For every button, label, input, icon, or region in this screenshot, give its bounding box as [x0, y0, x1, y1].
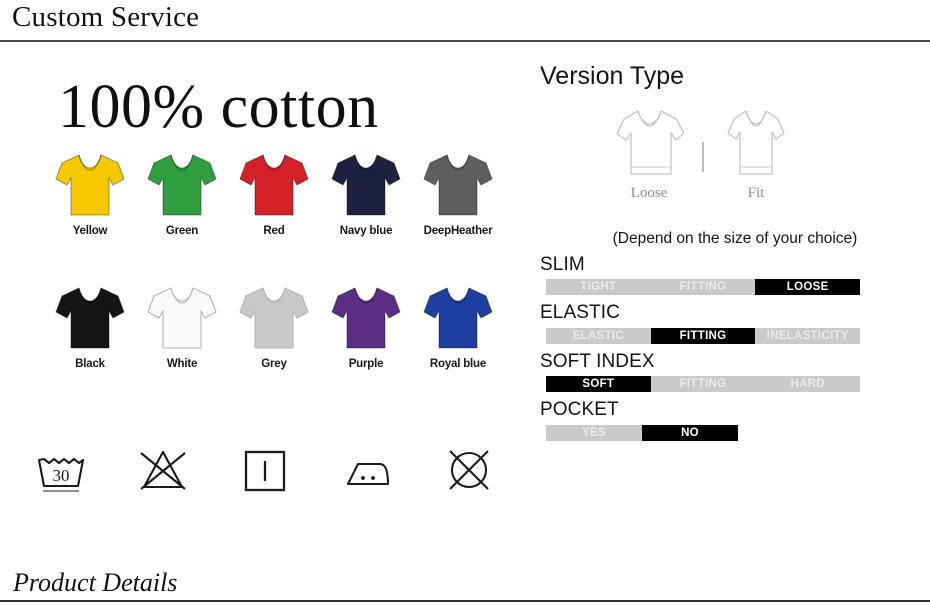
- color-label: Purple: [348, 358, 384, 370]
- care-instructions-row: 30: [30, 442, 500, 498]
- attribute-option[interactable]: FITTING: [650, 376, 756, 393]
- do-not-dry-clean-icon: [449, 450, 489, 490]
- tshirt-icon: [331, 154, 401, 216]
- version-option-fit[interactable]: Fit: [717, 104, 795, 202]
- tshirt-icon: [147, 287, 217, 349]
- tshirt-icon: [55, 154, 125, 216]
- attribute-bar: ELASTIC FITTING INELASTICITY: [546, 327, 861, 344]
- fit-shirt-icon: [727, 110, 785, 175]
- tshirt-icon: [55, 287, 125, 349]
- do-not-bleach-icon: [140, 450, 186, 490]
- svg-text:30: 30: [53, 466, 70, 485]
- color-label: Grey: [261, 358, 287, 370]
- color-swatch[interactable]: Black: [44, 285, 136, 370]
- version-figures: Loose Fit: [610, 104, 795, 202]
- attribute-group: ELASTIC ELASTIC FITTING INELASTICITY: [540, 302, 930, 344]
- tshirt-icon: [147, 154, 217, 216]
- color-label: Red: [263, 225, 285, 237]
- attribute-label: SLIM: [540, 254, 585, 275]
- attribute-option[interactable]: TIGHT: [546, 279, 651, 296]
- color-label: Royal blue: [429, 358, 487, 370]
- color-swatch[interactable]: Red: [228, 152, 320, 237]
- version-type-title: Version Type: [540, 62, 685, 90]
- tshirt-icon: [239, 154, 309, 216]
- attribute-option-selected[interactable]: SOFT: [546, 376, 651, 393]
- version-note: (Depend on the size of your choice): [612, 230, 858, 247]
- page-title: Custom Service: [12, 1, 200, 33]
- color-swatch[interactable]: Purple: [320, 285, 412, 370]
- attribute-label: ELASTIC: [540, 302, 620, 324]
- version-divider: [701, 142, 704, 172]
- tshirt-icon: [423, 287, 493, 349]
- color-label: Green: [165, 225, 199, 237]
- version-option-loose[interactable]: Loose: [610, 104, 688, 202]
- wash-30-icon: 30: [37, 457, 85, 492]
- footer-divider: [0, 600, 930, 602]
- attribute-option[interactable]: HARD: [755, 376, 861, 393]
- attribute-group: SLIM TIGHT FITTING LOOSE: [540, 254, 930, 296]
- attribute-option-selected[interactable]: NO: [642, 424, 738, 441]
- tumble-dry-icon: [234, 442, 296, 498]
- attribute-label: SOFT INDEX: [540, 350, 655, 372]
- attribute-group: POCKET YES NO: [540, 399, 930, 441]
- version-type-panel: Version Type Loose Fit (Depend on the si…: [528, 42, 930, 528]
- color-label: Yellow: [72, 225, 108, 237]
- version-label: Loose: [630, 185, 668, 201]
- attribute-option[interactable]: ELASTIC: [546, 327, 651, 344]
- color-swatch[interactable]: Yellow: [44, 152, 136, 237]
- version-label: Fit: [747, 185, 765, 201]
- tumble-dry-icon: [244, 450, 286, 492]
- attribute-option[interactable]: INELASTICITY: [755, 327, 861, 344]
- tshirt-icon: [331, 287, 401, 349]
- attribute-bars: SLIM TIGHT FITTING LOOSE ELASTIC ELASTIC FITTI…: [540, 254, 930, 448]
- color-label: Black: [75, 358, 105, 370]
- material-and-colors-panel: 100% cotton Yellow Green Red Navy blue DeepH…: [0, 42, 520, 528]
- attribute-bar: YES NO: [546, 424, 738, 441]
- tshirt-icon: [423, 154, 493, 216]
- tshirt-icon: [239, 287, 309, 349]
- attribute-group: SOFT INDEX SOFT FITTING HARD: [540, 350, 930, 393]
- attribute-option-selected[interactable]: FITTING: [650, 327, 756, 344]
- color-swatch[interactable]: Green: [136, 152, 228, 237]
- attribute-bar: TIGHT FITTING LOOSE: [546, 279, 861, 296]
- attribute-option[interactable]: YES: [546, 424, 642, 441]
- material-title: 100% cotton: [58, 73, 379, 141]
- do-not-bleach-icon: [132, 442, 194, 498]
- color-swatch[interactable]: Royal blue: [412, 285, 504, 370]
- wash-30-icon: 30: [30, 442, 92, 498]
- color-swatch[interactable]: White: [136, 285, 228, 370]
- color-swatch-row-1: Yellow Green Red Navy blue DeepHeather: [44, 152, 504, 237]
- product-details-title: Product Details: [13, 568, 178, 597]
- color-swatch[interactable]: Navy blue: [320, 152, 412, 237]
- do-not-dry-clean-icon: [438, 442, 500, 498]
- loose-shirt-icon: [616, 110, 684, 175]
- attribute-bar: SOFT FITTING HARD: [546, 376, 861, 393]
- color-swatch[interactable]: Grey: [228, 285, 320, 370]
- color-label: DeepHeather: [423, 225, 493, 237]
- attribute-label: POCKET: [540, 399, 619, 421]
- color-label: White: [166, 358, 198, 370]
- iron-two-dots-icon: [346, 462, 390, 486]
- iron-two-dots-icon: [336, 442, 398, 498]
- attribute-option-selected[interactable]: LOOSE: [755, 279, 861, 296]
- color-label: Navy blue: [339, 225, 393, 237]
- attribute-option[interactable]: FITTING: [650, 279, 756, 296]
- color-swatch-row-2: Black White Grey Purple Royal blue: [44, 285, 504, 370]
- color-swatch[interactable]: DeepHeather: [412, 152, 504, 237]
